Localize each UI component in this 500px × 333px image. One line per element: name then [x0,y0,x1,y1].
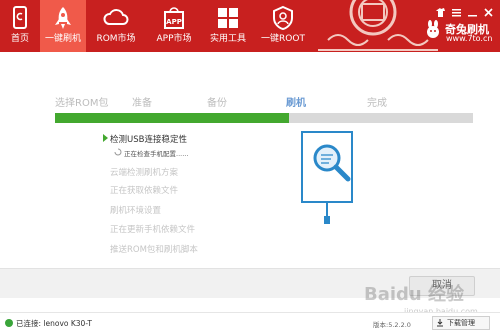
status-bar: 已连接: lenovo K30-T 版本:5.2.2.0 下载管理 [0,312,500,333]
current-arrow-icon [103,134,108,142]
task-pending-2: 正在获取依赖文件 [110,186,179,196]
version-label: 版本:5.2.2.0 [373,321,411,329]
minimize-icon[interactable] [467,3,478,17]
rabbit-logo-icon [427,20,439,38]
home-phone-icon [13,6,27,29]
download-manager-label: 下载管理 [447,319,475,327]
nav-flash-label: 一键刷机 [44,34,81,44]
nav-tools-label: 实用工具 [209,34,246,44]
connected-status-icon [5,319,13,327]
flash-steps: 选择ROM包 准备 备份 刷机 完成 [0,90,500,110]
app-window: 首页 一键刷机 ROM市场 APP APP市场 实用工具 一键ROOT 奇兔刷机… [0,0,500,333]
skin-icon[interactable] [435,3,446,17]
step-prepare: 准备 [132,98,152,109]
task-pending-4: 正在更新手机依赖文件 [110,225,196,235]
app-bag-icon: APP [164,7,184,29]
nav-root-label: 一键ROOT [261,34,305,44]
phone-scan-illustration [301,131,353,224]
nav-one-click-root[interactable]: 一键ROOT [254,0,312,52]
loading-spinner-icon [114,148,122,156]
menu-icon[interactable] [451,3,462,17]
task-current: 检测USB连接稳定性 [103,133,187,145]
nav-one-click-flash[interactable]: 一键刷机 [40,0,86,52]
nav-app-market[interactable]: APP APP市场 [146,0,202,52]
task-pending-3: 刷机环境设置 [110,206,162,216]
task-pending-1: 云端检测刷机方案 [110,168,179,178]
nav-rom-market[interactable]: ROM市场 [86,0,146,52]
step-flash: 刷机 [286,98,306,109]
nav-app-label: APP市场 [156,34,192,44]
task-current-label: 检测USB连接稳定性 [110,135,187,145]
task-current-sub-label: 正在检查手机配置...... [124,150,189,158]
brand-logo: 奇兔刷机 www.7to.cn [424,20,492,43]
nav-home[interactable]: 首页 [0,0,40,52]
nav-home-label: 首页 [10,34,29,44]
rocket-icon [55,7,71,29]
step-complete: 完成 [367,98,387,109]
grid-tools-icon [218,8,238,28]
task-pending-5: 推送ROM包和刷机脚本 [110,245,198,255]
progress-fill [55,113,290,123]
close-icon[interactable] [483,3,494,17]
step-select-rom: 选择ROM包 [55,98,109,109]
cloud-icon [103,9,129,25]
download-manager-button[interactable]: 下载管理 [432,316,490,330]
window-controls [435,3,494,17]
top-header: 首页 一键刷机 ROM市场 APP APP市场 实用工具 一键ROOT 奇兔刷机… [0,0,500,52]
decorative-pattern [318,0,438,52]
nav-tools[interactable]: 实用工具 [202,0,254,52]
watermark-text: Baidu 经验 [364,283,465,305]
flash-progress-bar [55,113,473,123]
step-backup: 备份 [207,98,227,109]
svg-text:APP: APP [166,18,182,26]
brand-url: www.7to.cn [446,34,493,43]
nav-rom-label: ROM市场 [96,34,136,44]
main-nav: 首页 一键刷机 ROM市场 APP APP市场 实用工具 一键ROOT [0,0,312,52]
task-current-sub: 正在检查手机配置...... [114,148,189,158]
download-icon [437,319,443,327]
connection-status: 已连接: lenovo K30-T [16,319,92,328]
shield-icon [273,5,293,31]
